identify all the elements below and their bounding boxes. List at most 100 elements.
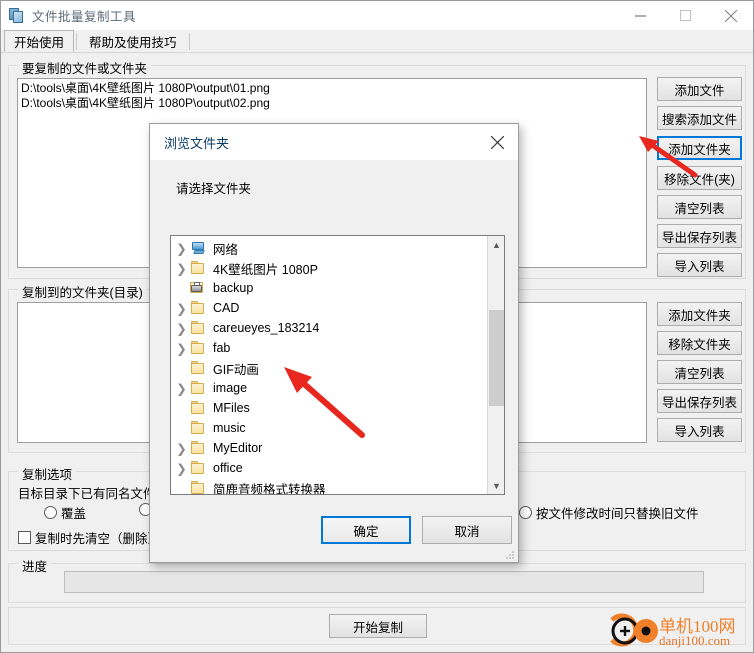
chevron-right-icon[interactable]: ❯ xyxy=(173,240,190,256)
tree-item[interactable]: ❯ image xyxy=(171,378,484,398)
chevron-right-icon[interactable]: ❯ xyxy=(173,380,190,396)
tree-item-label: office xyxy=(213,461,243,475)
tree-item-label: 网络 xyxy=(213,242,239,257)
dest-import-list-button[interactable]: 导入列表 xyxy=(657,418,742,442)
chevron-right-icon[interactable]: ❯ xyxy=(173,440,190,456)
chevron-right-icon[interactable]: ❯ xyxy=(173,320,190,336)
tree-item-label: image xyxy=(213,381,248,395)
start-copy-button[interactable]: 开始复制 xyxy=(329,614,427,638)
tree-item[interactable]: ❯ 简鹿音频格式转换器 xyxy=(171,478,484,495)
radio-overwrite[interactable]: 覆盖 xyxy=(44,503,86,522)
title-bar: 文件批量复制工具 xyxy=(1,1,753,30)
tree-item-label: GIF动画 xyxy=(213,362,259,377)
tab-strip: 开始使用 帮助及使用技巧 xyxy=(1,30,753,53)
watermark-icon xyxy=(610,613,658,647)
tree-item-label: music xyxy=(213,421,246,435)
tab-divider-1 xyxy=(76,33,78,50)
tree-item[interactable]: ❯ music xyxy=(171,418,484,438)
dialog-prompt: 请选择文件夹 xyxy=(176,182,252,196)
shared-folder-icon xyxy=(190,281,207,295)
copy-files-icon xyxy=(9,7,25,24)
add-folder-button[interactable]: 添加文件夹 xyxy=(657,136,742,160)
tree-item[interactable]: ❯ MFiles xyxy=(171,398,484,418)
checkbox-clear-first-label: 复制时先清空（删除） xyxy=(35,532,161,546)
tree-item[interactable]: ❯ backup xyxy=(171,278,484,298)
folder-icon xyxy=(190,401,207,415)
tree-item[interactable]: ❯ CAD xyxy=(171,298,484,318)
tree-item[interactable]: ❯ careueyes_183214 xyxy=(171,318,484,338)
radio-icon xyxy=(44,506,57,519)
list-item[interactable]: D:\tools\桌面\4K壁纸图片 1080P\output\02.png xyxy=(21,96,643,111)
dialog-cancel-button[interactable]: 取消 xyxy=(422,516,512,544)
resize-grip[interactable] xyxy=(505,549,515,559)
tree-item[interactable]: ❯ 4K壁纸图片 1080P xyxy=(171,258,484,278)
folder-icon xyxy=(190,261,207,275)
options-group-legend: 复制选项 xyxy=(18,464,77,483)
minimize-icon[interactable] xyxy=(618,1,663,30)
progress-group-legend: 进度 xyxy=(18,556,52,575)
tab-start[interactable]: 开始使用 xyxy=(4,30,75,52)
watermark-line2: danji100.com xyxy=(659,633,731,648)
tree-item[interactable]: ❯ office xyxy=(171,458,484,478)
tree-item-label: MFiles xyxy=(213,401,250,415)
folder-icon xyxy=(190,481,207,494)
dest-export-list-button[interactable]: 导出保存列表 xyxy=(657,389,742,413)
source-group-legend: 要复制的文件或文件夹 xyxy=(18,58,152,77)
folder-icon xyxy=(190,321,207,335)
folder-tree[interactable]: ❯ 网络 ❯ 4K壁纸图片 1080P ❯ backup ❯ xyxy=(170,235,505,495)
dialog-title: 浏览文件夹 xyxy=(164,135,230,151)
tree-item[interactable]: ❯ MyEditor xyxy=(171,438,484,458)
folder-icon xyxy=(190,361,207,375)
folder-icon xyxy=(190,461,207,475)
radio-replace-old[interactable]: 按文件修改时间只替换旧文件 xyxy=(519,503,699,522)
tree-item-label: careueyes_183214 xyxy=(213,321,320,335)
scroll-up-icon[interactable]: ▲ xyxy=(488,236,504,253)
tree-item[interactable]: ❯ 网络 xyxy=(171,238,484,258)
tree-item-label: 简鹿音频格式转换器 xyxy=(213,482,326,495)
network-icon xyxy=(190,241,207,255)
same-name-label: 目标目录下已有同名文件 xyxy=(18,487,156,501)
list-item[interactable]: D:\tools\桌面\4K壁纸图片 1080P\output\01.png xyxy=(21,81,643,96)
clear-list-button[interactable]: 清空列表 xyxy=(657,195,742,219)
tree-item[interactable]: ❯ GIF动画 xyxy=(171,358,484,378)
tree-item-label: CAD xyxy=(213,301,240,315)
checkbox-icon xyxy=(18,531,31,544)
maximize-icon[interactable] xyxy=(663,1,708,30)
chevron-right-icon[interactable]: ❯ xyxy=(173,260,190,276)
dest-add-folder-button[interactable]: 添加文件夹 xyxy=(657,302,742,326)
remove-file-button[interactable]: 移除文件(夹) xyxy=(657,166,742,190)
scroll-down-icon[interactable]: ▼ xyxy=(488,477,504,494)
progress-bar xyxy=(64,571,704,593)
browse-folder-dialog: 浏览文件夹 请选择文件夹 ❯ 网络 ❯ 4K壁纸图片 1080P ❯ xyxy=(149,123,519,563)
dialog-title-bar: 浏览文件夹 xyxy=(150,124,518,160)
chevron-right-icon[interactable]: ❯ xyxy=(173,300,190,316)
radio-icon xyxy=(519,506,532,519)
tree-item[interactable]: ❯ fab xyxy=(171,338,484,358)
add-file-button[interactable]: 添加文件 xyxy=(657,77,742,101)
chevron-right-icon[interactable]: ❯ xyxy=(173,460,190,476)
dest-clear-list-button[interactable]: 清空列表 xyxy=(657,360,742,384)
checkbox-clear-first[interactable]: 复制时先清空（删除） xyxy=(18,528,160,547)
export-list-button[interactable]: 导出保存列表 xyxy=(657,224,742,248)
window-title: 文件批量复制工具 xyxy=(32,10,137,24)
folder-icon xyxy=(190,341,207,355)
folder-icon xyxy=(190,421,207,435)
close-icon[interactable] xyxy=(708,1,753,30)
scrollbar-thumb[interactable] xyxy=(489,310,504,406)
tree-scrollbar[interactable]: ▲ ▼ xyxy=(487,236,504,494)
dialog-ok-button[interactable]: 确定 xyxy=(321,516,411,544)
dialog-close-icon[interactable] xyxy=(476,124,518,160)
dest-group-legend: 复制到的文件夹(目录) xyxy=(18,282,147,301)
import-list-button[interactable]: 导入列表 xyxy=(657,253,742,277)
dest-remove-folder-button[interactable]: 移除文件夹 xyxy=(657,331,742,355)
search-add-file-button[interactable]: 搜索添加文件 xyxy=(657,106,742,130)
folder-icon xyxy=(190,441,207,455)
folder-icon xyxy=(190,301,207,315)
chevron-right-icon[interactable]: ❯ xyxy=(173,340,190,356)
watermark-logo: 单机100网 danji100.com xyxy=(607,612,749,652)
tab-divider-2 xyxy=(188,33,190,50)
tab-help[interactable]: 帮助及使用技巧 xyxy=(79,30,187,52)
folder-icon xyxy=(190,381,207,395)
tree-item-label: backup xyxy=(213,281,254,295)
application-window: 文件批量复制工具 开始使用 帮助及使用技巧 要复制的文件或文件夹 D:\tool… xyxy=(0,0,754,653)
